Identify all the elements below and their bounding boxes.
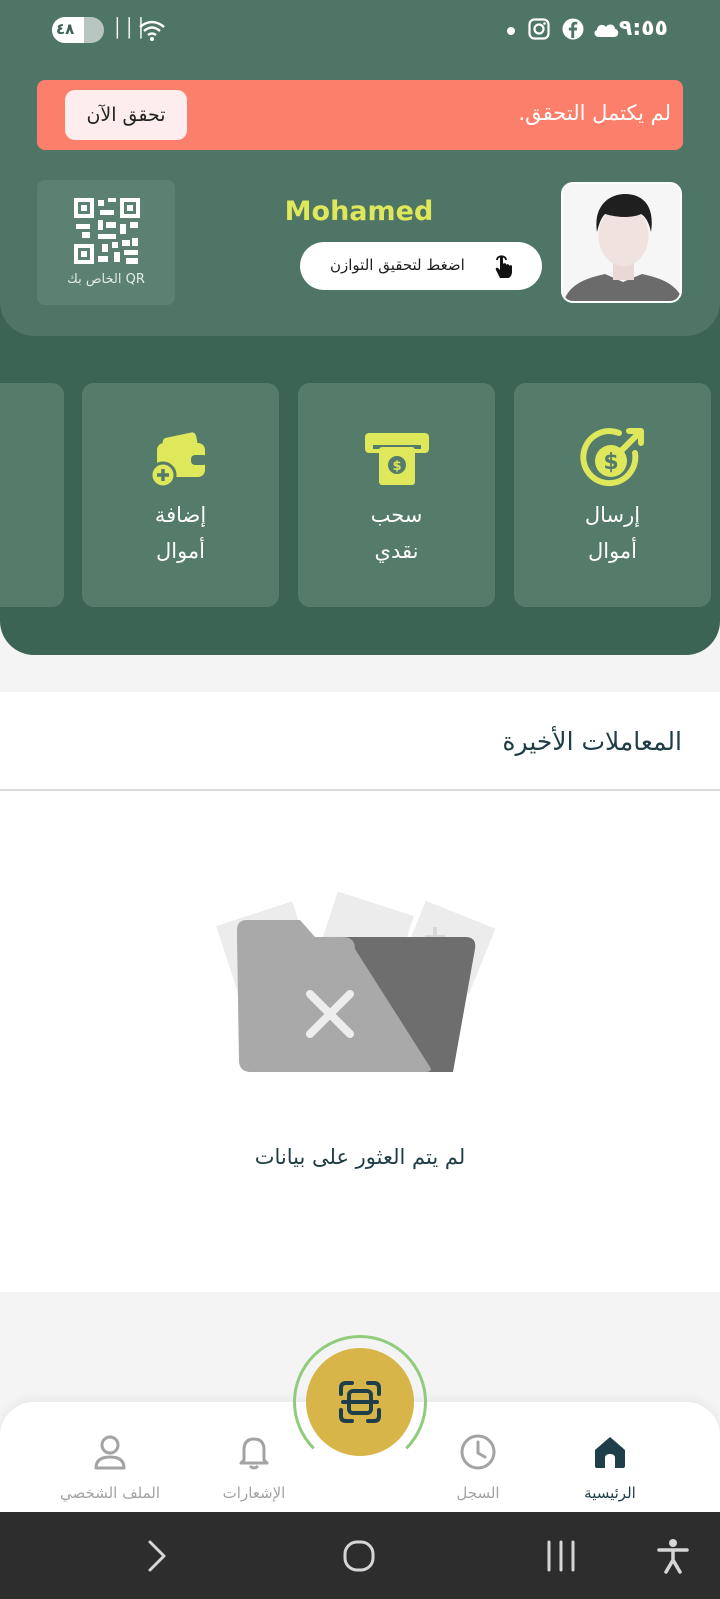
nav-profile[interactable]: الملف الشخصي: [40, 1402, 180, 1512]
cash-withdraw-label-1: سحب: [370, 503, 423, 527]
nav-history-label: السجل: [456, 1484, 500, 1502]
empty-state-message: لم يتم العثور على بيانات: [254, 1145, 466, 1169]
clock: ٩:٥٥: [618, 16, 668, 41]
scan-qr-button[interactable]: [306, 1348, 414, 1456]
send-money-tile[interactable]: $ إرسال أموال: [514, 383, 711, 607]
header: ٤٨ │││ ٩:٥٥ لم يكتمل التحقق. تحقق الآن Q…: [0, 0, 720, 655]
cash-withdraw-tile[interactable]: $ سحب نقدي: [298, 383, 495, 607]
user-avatar-icon: [563, 184, 680, 301]
send-money-icon: $: [579, 428, 644, 487]
recent-transactions-title: المعاملات الأخيرة: [502, 727, 682, 756]
verification-message: لم يكتمل التحقق.: [518, 101, 672, 125]
qr-label: QR الخاص بك: [67, 272, 145, 287]
add-money-label-2: أموال: [155, 539, 206, 563]
nav-profile-label: الملف الشخصي: [60, 1484, 160, 1502]
battery-indicator: ٤٨: [52, 17, 104, 43]
check-balance-label: اضغط لتحقيق التوازن: [330, 256, 465, 274]
cash-withdraw-icon: $: [364, 433, 429, 485]
scan-icon: [339, 1381, 381, 1423]
qr-code-icon: [74, 198, 140, 264]
instagram-icon: [528, 18, 550, 40]
bell-icon: [239, 1437, 269, 1470]
nav-home-label: الرئيسية: [584, 1484, 636, 1502]
nav-history[interactable]: السجل: [408, 1402, 548, 1512]
empty-folder-icon: [216, 892, 496, 1072]
nav-notifications-label: الإشعارات: [222, 1484, 286, 1502]
facebook-icon: [562, 18, 584, 40]
verification-banner: لم يكتمل التحقق. تحقق الآن: [37, 80, 683, 150]
send-money-label-1: إرسال: [584, 503, 641, 527]
profile-icon: [94, 1435, 126, 1470]
send-money-label-2: أموال: [587, 539, 638, 563]
check-balance-button[interactable]: اضغط لتحقيق التوازن: [300, 242, 542, 290]
back-icon[interactable]: [137, 1536, 177, 1576]
recent-transactions-section: المعاملات الأخيرة لم يتم العثور على بيان…: [0, 692, 720, 1292]
avatar[interactable]: [561, 182, 682, 303]
home-icon: [595, 1437, 625, 1468]
cloud-icon: [594, 24, 619, 37]
status-bar: ٤٨ │││ ٩:٥٥: [0, 0, 720, 60]
cash-withdraw-label-2: نقدي: [374, 539, 419, 563]
battery-level: ٤٨: [56, 20, 75, 38]
user-name: Mohamed: [284, 196, 434, 227]
recents-icon[interactable]: [541, 1536, 581, 1576]
nav-home[interactable]: الرئيسية: [540, 1402, 680, 1512]
header-top-panel: ٤٨ │││ ٩:٥٥ لم يكتمل التحقق. تحقق الآن Q…: [0, 0, 720, 336]
svg-text:$: $: [603, 450, 618, 475]
action-tile-partial[interactable]: [0, 383, 64, 607]
system-navigation-bar: [0, 1512, 720, 1599]
add-money-icon: [149, 432, 207, 489]
accessibility-icon[interactable]: [653, 1536, 693, 1576]
wifi-icon: [139, 20, 165, 41]
my-qr-card[interactable]: QR الخاص بك: [37, 180, 175, 305]
divider: [0, 789, 720, 791]
add-money-tile[interactable]: إضافة أموال: [82, 383, 279, 607]
add-money-label-1: إضافة: [154, 503, 207, 527]
svg-text:$: $: [392, 459, 401, 474]
tap-finger-icon: [495, 255, 512, 278]
clock-icon: [460, 1434, 496, 1470]
verify-now-button[interactable]: تحقق الآن: [65, 90, 187, 140]
notification-dot: [507, 27, 515, 35]
home-circle-icon[interactable]: [339, 1536, 379, 1576]
